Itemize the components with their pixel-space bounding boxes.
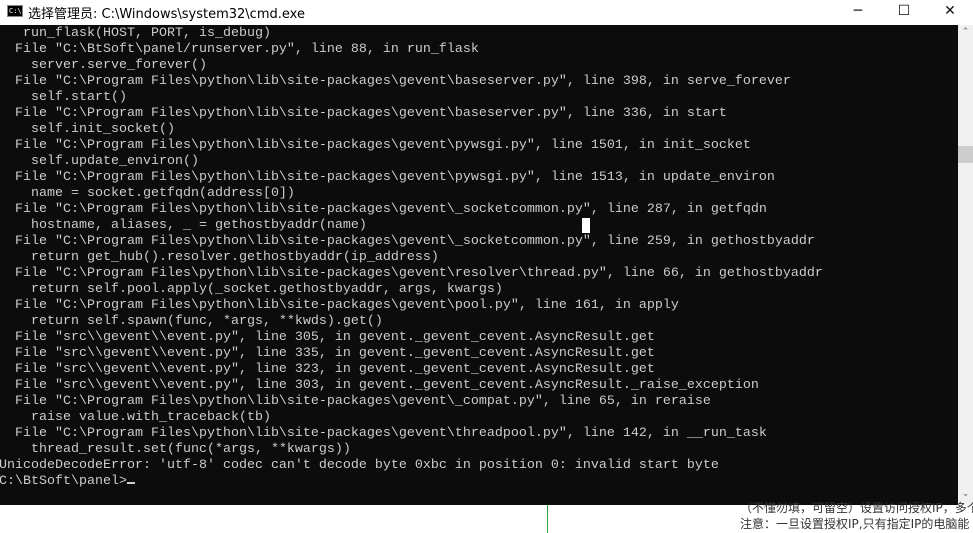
console-line: self.update_environ() xyxy=(0,154,199,169)
background-hint-text: （不懂勿填，可留空）设置访问授权IP，多个IP xyxy=(740,501,973,515)
console-line: raise value.with_traceback(tb) xyxy=(0,410,271,425)
console-line: File "src\\gevent\\event.py", line 323, … xyxy=(0,362,655,377)
console-line: UnicodeDecodeError: 'utf-8' codec can't … xyxy=(0,458,719,473)
background-window: （不懂勿填，可留空）设置访问授权IP，多个IP 注意：一旦设置授权IP,只有指定… xyxy=(0,501,973,533)
minimize-button[interactable]: ─ xyxy=(835,0,881,25)
console-line: File "C:\Program Files\python\lib\site-p… xyxy=(0,202,767,217)
console-line: run_flask(HOST, PORT, is_debug) xyxy=(0,26,271,41)
cmd-icon: C:\ xyxy=(7,5,23,17)
console-output[interactable]: run_flask(HOST, PORT, is_debug) File "C:… xyxy=(0,25,958,505)
console-line: return get_hub().resolver.gethostbyaddr(… xyxy=(0,250,439,265)
console-line: File "src\\gevent\\event.py", line 303, … xyxy=(0,378,759,393)
console-lines: run_flask(HOST, PORT, is_debug) File "C:… xyxy=(0,26,823,490)
console-line: File "C:\Program Files\python\lib\site-p… xyxy=(0,74,791,89)
scroll-up-icon[interactable]: ⌃ xyxy=(958,27,973,41)
console-line: File "src\\gevent\\event.py", line 305, … xyxy=(0,330,655,345)
prompt-text: C:\BtSoft\panel> xyxy=(0,474,127,489)
window-title: 选择管理员: C:\Windows\system32\cmd.exe xyxy=(28,7,305,22)
console-line: thread_result.set(func(*args, **kwargs)) xyxy=(0,442,351,457)
background-note-text: 注意：一旦设置授权IP,只有指定IP的电脑能 xyxy=(740,517,970,531)
divider xyxy=(547,505,548,533)
console-line: server.serve_forever() xyxy=(0,58,207,73)
console-line: return self.pool.apply(_socket.gethostby… xyxy=(0,282,503,297)
close-button[interactable]: ✕ xyxy=(927,0,973,25)
console-line: hostname, aliases, _ = gethostbyaddr(nam… xyxy=(0,218,367,233)
console-line: self.start() xyxy=(0,90,127,105)
command-prompt[interactable]: C:\BtSoft\panel> xyxy=(0,474,823,490)
scrollbar-thumb[interactable] xyxy=(958,146,973,163)
text-cursor xyxy=(126,482,135,484)
console-line: File "C:\Program Files\python\lib\site-p… xyxy=(0,138,751,153)
vertical-scrollbar[interactable]: ⌃ ⌄ xyxy=(958,25,973,505)
console-line: File "C:\Program Files\python\lib\site-p… xyxy=(0,426,767,441)
console-line: File "C:\Program Files\python\lib\site-p… xyxy=(0,170,775,185)
console-line: File "C:\BtSoft\panel/runserver.py", lin… xyxy=(0,42,479,57)
console-line: File "C:\Program Files\python\lib\site-p… xyxy=(0,234,815,249)
console-line: File "C:\Program Files\python\lib\site-p… xyxy=(0,106,727,121)
maximize-button[interactable]: ☐ xyxy=(881,0,927,25)
console-line: File "C:\Program Files\python\lib\site-p… xyxy=(0,266,823,281)
console-line: return self.spawn(func, *args, **kwds).g… xyxy=(0,314,383,329)
console-line: File "C:\Program Files\python\lib\site-p… xyxy=(0,298,679,313)
mouse-cursor-icon xyxy=(582,218,590,233)
console-line: File "C:\Program Files\python\lib\site-p… xyxy=(0,394,711,409)
console-line: name = socket.getfqdn(address[0]) xyxy=(0,186,295,201)
title-bar: C:\ 选择管理员: C:\Windows\system32\cmd.exe ─… xyxy=(0,0,973,25)
console-line: self.init_socket() xyxy=(0,122,175,137)
console-line: File "src\\gevent\\event.py", line 335, … xyxy=(0,346,655,361)
